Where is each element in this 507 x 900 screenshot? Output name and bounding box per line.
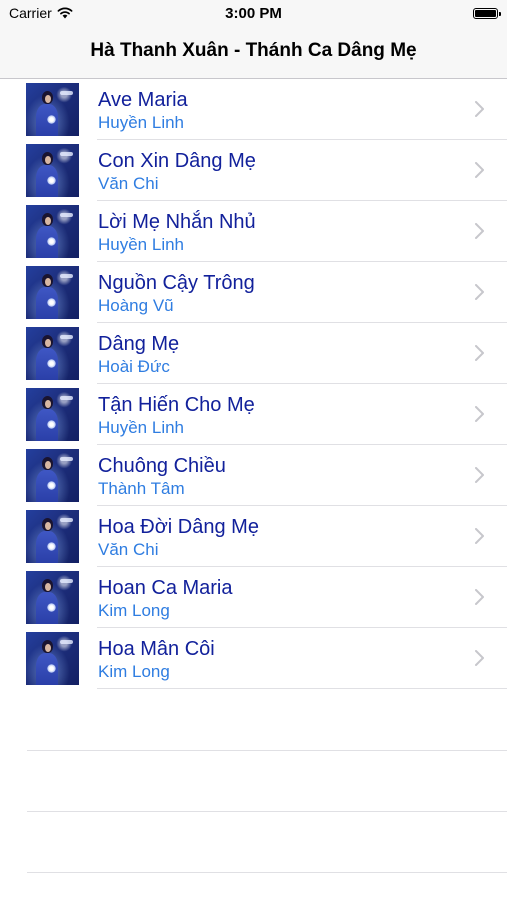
empty-row-separator: [27, 750, 507, 751]
song-row[interactable]: Dâng Mẹ Hoài Đức: [0, 323, 507, 384]
song-artist: Hoài Đức: [98, 357, 170, 376]
battery-level: [475, 10, 496, 17]
song-artist: Huyền Linh: [98, 113, 185, 132]
album-art-thumbnail: [26, 632, 79, 685]
song-artist: Thành Tâm: [98, 479, 185, 498]
song-title: Hoa Mân Côi: [98, 638, 215, 660]
album-art-thumbnail: [26, 571, 79, 624]
chevron-right-icon: [475, 101, 484, 117]
chevron-right-icon: [475, 406, 484, 422]
song-row[interactable]: Con Xin Dâng Mẹ Văn Chi: [0, 140, 507, 201]
navigation-bar: Hà Thanh Xuân - Thánh Ca Dâng Mẹ: [0, 28, 507, 79]
song-row[interactable]: Ave Maria Huyền Linh: [0, 79, 507, 140]
song-row[interactable]: Hoan Ca Maria Kim Long: [0, 567, 507, 628]
album-art-thumbnail: [26, 388, 79, 441]
album-art-thumbnail: [26, 327, 79, 380]
album-art-thumbnail: [26, 449, 79, 502]
chevron-right-icon: [475, 589, 484, 605]
song-artist: Kim Long: [98, 601, 170, 620]
song-title: Tận Hiến Cho Mẹ: [98, 394, 255, 416]
song-list: Ave Maria Huyền Linh Con Xin Dâng Mẹ Văn…: [0, 79, 507, 689]
chevron-right-icon: [475, 345, 484, 361]
song-artist: Văn Chi: [98, 174, 159, 193]
empty-row-separator: [27, 872, 507, 873]
song-title: Hoa Đời Dâng Mẹ: [98, 516, 259, 538]
chevron-right-icon: [475, 223, 484, 239]
song-row[interactable]: Tận Hiến Cho Mẹ Huyền Linh: [0, 384, 507, 445]
chevron-right-icon: [475, 650, 484, 666]
status-bar: Carrier 3:00 PM: [0, 0, 507, 28]
song-title: Con Xin Dâng Mẹ: [98, 150, 256, 172]
song-title: Nguồn Cậy Trông: [98, 272, 255, 294]
song-artist: Huyền Linh: [98, 235, 185, 254]
chevron-right-icon: [475, 528, 484, 544]
song-row[interactable]: Nguồn Cậy Trông Hoàng Vũ: [0, 262, 507, 323]
album-art-thumbnail: [26, 266, 79, 319]
song-title: Chuông Chiều: [98, 455, 226, 477]
chevron-right-icon: [475, 162, 484, 178]
song-artist: Kim Long: [98, 662, 170, 681]
album-art-thumbnail: [26, 510, 79, 563]
status-time: 3:00 PM: [225, 5, 282, 22]
album-art-thumbnail: [26, 144, 79, 197]
song-artist: Huyền Linh: [98, 418, 185, 437]
chevron-right-icon: [475, 467, 484, 483]
song-row[interactable]: Chuông Chiều Thành Tâm: [0, 445, 507, 506]
song-title: Lời Mẹ Nhắn Nhủ: [98, 211, 256, 233]
song-artist: Văn Chi: [98, 540, 159, 559]
empty-row-separator: [27, 811, 507, 812]
song-row[interactable]: Hoa Đời Dâng Mẹ Văn Chi: [0, 506, 507, 567]
song-artist: Hoàng Vũ: [98, 296, 174, 315]
song-title: Hoan Ca Maria: [98, 577, 233, 599]
chevron-right-icon: [475, 284, 484, 300]
song-row[interactable]: Lời Mẹ Nhắn Nhủ Huyền Linh: [0, 201, 507, 262]
battery-icon: [473, 8, 501, 19]
album-art-thumbnail: [26, 205, 79, 258]
song-row[interactable]: Hoa Mân Côi Kim Long: [0, 628, 507, 689]
album-art-thumbnail: [26, 83, 79, 136]
page-title: Hà Thanh Xuân - Thánh Ca Dâng Mẹ: [90, 40, 417, 61]
song-title: Ave Maria: [98, 89, 188, 111]
song-title: Dâng Mẹ: [98, 333, 180, 355]
